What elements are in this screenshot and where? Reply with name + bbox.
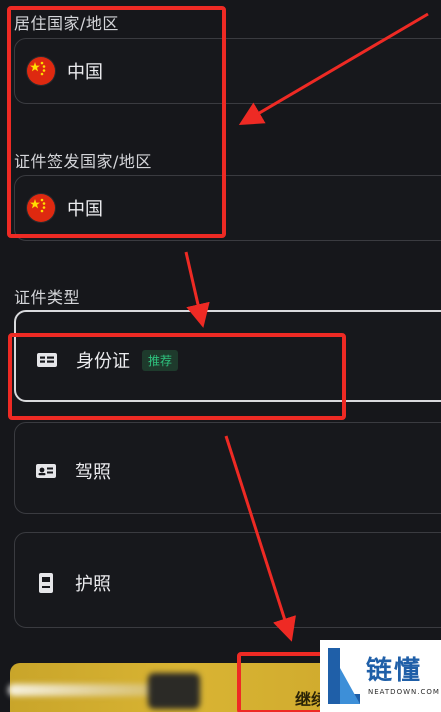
document-option-id-card[interactable]: 身份证 推荐 — [14, 310, 441, 402]
passport-label: 护照 — [75, 574, 111, 595]
document-option-passport[interactable]: 护照 — [14, 532, 441, 628]
driver-license-icon — [36, 464, 56, 478]
issuing-label: 证件签发国家/地区 — [14, 152, 152, 171]
document-type-label: 证件类型 — [14, 288, 81, 307]
residence-country-field[interactable]: 中国 — [14, 38, 441, 104]
watermark-domain: NEATDOWN.COM — [368, 688, 440, 696]
watermark-brand: 链懂 — [366, 656, 423, 686]
document-option-driver-license[interactable]: 驾照 — [14, 422, 441, 514]
issuing-country-field[interactable]: 中国 — [14, 175, 441, 241]
china-flag-icon — [27, 57, 55, 85]
issuing-country-value: 中国 — [67, 199, 103, 220]
residence-country-value: 中国 — [67, 62, 103, 83]
china-flag-icon — [27, 194, 55, 222]
driver-license-label: 驾照 — [75, 462, 111, 483]
neatdown-logo-icon — [328, 648, 360, 704]
id-card-label: 身份证 — [76, 351, 130, 372]
id-card-icon — [37, 353, 57, 367]
watermark: 链懂 NEATDOWN.COM — [320, 640, 441, 712]
residence-label: 居住国家/地区 — [14, 14, 119, 33]
blurred-mark — [148, 673, 200, 709]
recommend-badge: 推荐 — [142, 349, 179, 371]
passport-icon — [39, 573, 53, 593]
